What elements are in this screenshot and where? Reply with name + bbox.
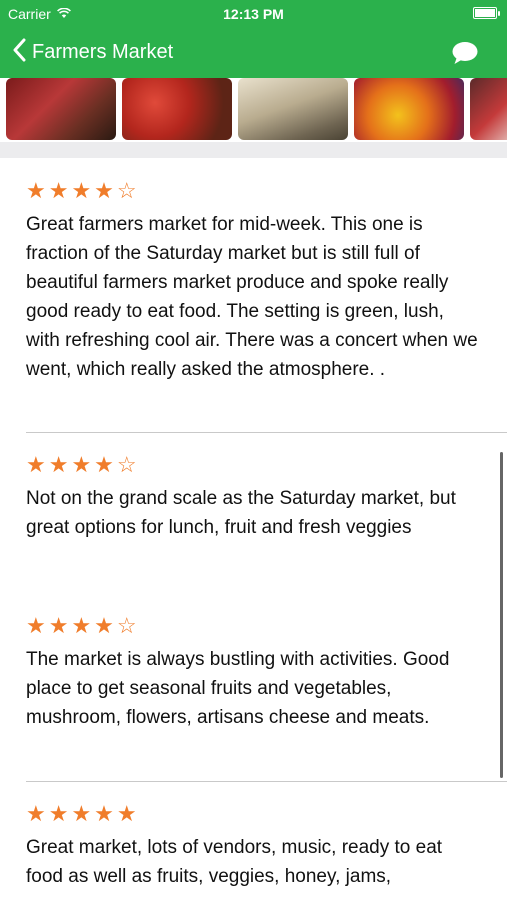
strawberries-photo[interactable]: [6, 78, 116, 140]
review-text: Great farmers market for mid-week. This …: [26, 214, 478, 380]
tomatoes-photo[interactable]: [122, 78, 232, 140]
star-rating: ★★★★☆: [26, 613, 140, 638]
review-item: ★★★★☆ Great farmers market for mid-week.…: [26, 178, 478, 384]
star-rating: ★★★★☆: [26, 452, 140, 477]
review-text: Great market, lots of vendors, music, re…: [26, 837, 443, 887]
status-time: 12:13 PM: [223, 6, 284, 22]
divider: [26, 432, 507, 433]
star-rating: ★★★★☆: [26, 178, 140, 203]
root-vegetables-photo[interactable]: [238, 78, 348, 140]
review-item: ★★★★★ Great market, lots of vendors, mus…: [26, 801, 478, 891]
peppers-photo[interactable]: [354, 78, 464, 140]
status-bar: Carrier 12:13 PM: [0, 0, 507, 28]
chevron-left-icon: [12, 38, 26, 67]
photo-gallery[interactable]: [0, 78, 507, 142]
battery-level: [475, 9, 495, 17]
review-text: Not on the grand scale as the Saturday m…: [26, 488, 456, 538]
berries-photo[interactable]: [470, 78, 507, 140]
page-title: Farmers Market: [32, 41, 174, 63]
scrollbar[interactable]: [500, 452, 503, 778]
review-item: ★★★★☆ The market is always bustling with…: [26, 613, 478, 732]
navigation-bar: Farmers Market: [0, 28, 507, 78]
divider: [26, 781, 507, 782]
section-separator: [0, 142, 507, 158]
battery-icon: [473, 7, 500, 19]
review-item: ★★★★☆ Not on the grand scale as the Satu…: [26, 452, 478, 542]
chat-bubble-icon[interactable]: [451, 40, 479, 71]
review-text: The market is always bustling with activ…: [26, 649, 450, 728]
star-rating: ★★★★★: [26, 801, 140, 826]
back-button[interactable]: Farmers Market: [12, 38, 173, 67]
